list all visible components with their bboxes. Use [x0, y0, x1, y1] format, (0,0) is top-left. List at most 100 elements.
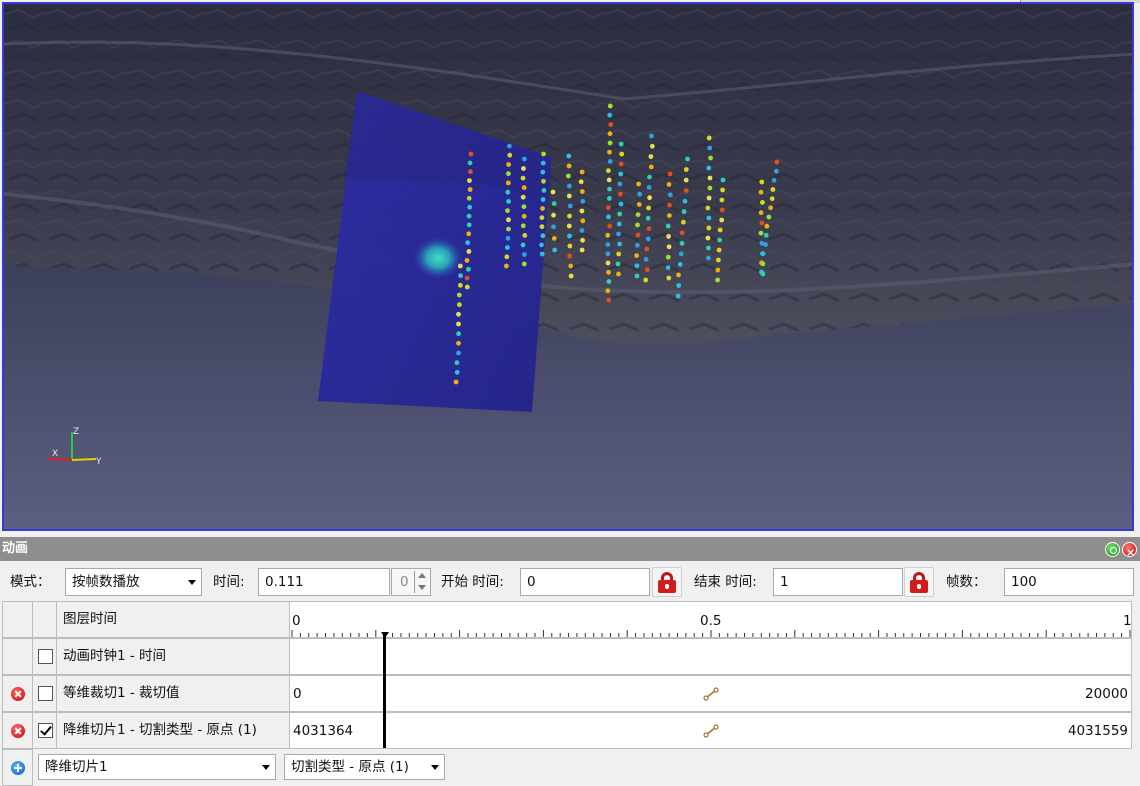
borehole-point: [566, 153, 572, 159]
borehole-point: [759, 220, 765, 226]
borehole-point: [521, 166, 526, 171]
render-scene[interactable]: Z X Y: [4, 4, 1134, 531]
borehole-point: [540, 169, 546, 175]
borehole-point: [568, 273, 574, 279]
borehole-point: [521, 204, 527, 210]
borehole-point: [456, 311, 461, 317]
borehole-point: [758, 210, 764, 216]
borehole-point: [634, 273, 640, 279]
track-timeline[interactable]: 0 20000: [289, 675, 1132, 712]
borehole-point: [667, 202, 672, 208]
borehole-point: [707, 145, 713, 151]
close-panel-icon[interactable]: [1122, 541, 1137, 557]
start-time-label: 开始 时间:: [441, 574, 504, 590]
borehole-point: [763, 232, 769, 238]
borehole-point: [520, 175, 526, 181]
borehole-point: [540, 160, 546, 166]
borehole-point: [607, 103, 613, 109]
borehole-point: [648, 154, 654, 160]
3d-viewport[interactable]: Z X Y: [0, 0, 1140, 533]
track-name: 动画时钟1 - 时间: [56, 638, 290, 675]
borehole-point: [506, 217, 511, 223]
borehole-point: [466, 266, 471, 272]
float-panel-icon[interactable]: [1105, 542, 1120, 557]
borehole-point: [679, 230, 685, 236]
chevron-down-icon: [257, 757, 273, 777]
borehole-point: [617, 211, 623, 217]
ruler-ticks: [291, 630, 1131, 638]
remove-track-icon[interactable]: [11, 724, 25, 738]
borehole-point: [567, 253, 573, 259]
add-icon[interactable]: [11, 761, 25, 775]
borehole-point: [567, 213, 572, 219]
end-lock-button[interactable]: [904, 567, 934, 597]
borehole-point: [717, 237, 722, 243]
track-timeline[interactable]: [289, 638, 1132, 675]
borehole-point: [647, 195, 652, 201]
borehole-point: [774, 159, 780, 165]
borehole-point: [580, 198, 586, 204]
borehole-point: [539, 224, 545, 230]
borehole-point: [666, 182, 672, 187]
borehole-point: [505, 189, 511, 195]
borehole-point: [467, 178, 472, 184]
borehole-point: [759, 240, 765, 246]
borehole-point: [606, 297, 612, 303]
borehole-point: [466, 213, 472, 219]
borehole-point: [616, 251, 622, 257]
track-timeline[interactable]: 4031364 4031559: [289, 712, 1132, 749]
borehole-point: [506, 226, 511, 232]
start-lock-button[interactable]: [652, 567, 682, 597]
track-enable-checkbox[interactable]: [38, 649, 53, 664]
borehole-point: [522, 156, 527, 162]
frames-label: 帧数：: [946, 574, 987, 590]
borehole-point: [758, 230, 764, 236]
borehole-point: [705, 235, 711, 241]
borehole-point: [566, 173, 571, 179]
borehole-point: [676, 272, 681, 278]
borehole-point: [567, 183, 572, 189]
borehole-point: [717, 227, 723, 233]
borehole-point: [645, 215, 651, 221]
time-spinbox[interactable]: 0: [391, 568, 431, 596]
source-select[interactable]: 降维切片1: [38, 754, 276, 780]
track-enable-checkbox[interactable]: [38, 686, 53, 701]
borehole-point: [541, 151, 546, 157]
borehole-point: [467, 187, 473, 192]
borehole-point: [456, 292, 462, 298]
borehole-point: [720, 187, 725, 193]
time-cursor[interactable]: [383, 635, 387, 748]
timeline-ruler[interactable]: 0 0.5 1: [289, 601, 1132, 638]
borehole-point: [540, 197, 546, 202]
borehole-point: [606, 205, 611, 211]
borehole-point: [522, 233, 528, 238]
borehole-point: [634, 263, 640, 269]
track-enable-checkbox[interactable]: [38, 723, 53, 738]
spin-down-icon[interactable]: [415, 582, 429, 594]
borehole-point: [568, 263, 574, 269]
remove-track-icon[interactable]: [11, 687, 25, 701]
end-time-input[interactable]: 1: [773, 568, 903, 596]
time-input[interactable]: 0.111: [258, 568, 390, 596]
borehole-point: [769, 196, 775, 202]
borehole-point: [606, 214, 611, 220]
borehole-point: [464, 258, 470, 263]
borehole-point: [550, 189, 556, 195]
viewport-frame[interactable]: Z X Y: [2, 2, 1134, 531]
property-select[interactable]: 切割类型 - 原点 (1): [284, 754, 445, 780]
borehole-point: [567, 243, 573, 249]
frames-input[interactable]: 100: [1004, 568, 1134, 596]
borehole-point: [457, 302, 462, 308]
borehole-point: [768, 205, 773, 211]
borehole-point: [551, 212, 556, 218]
borehole-point: [683, 177, 689, 183]
borehole-point: [706, 245, 711, 251]
interpolation-icon[interactable]: [703, 687, 719, 701]
interpolation-icon[interactable]: [703, 724, 719, 738]
spin-up-icon[interactable]: [415, 570, 429, 582]
borehole-point: [579, 208, 585, 214]
start-time-input[interactable]: 0: [520, 568, 650, 596]
mode-select[interactable]: 按帧数播放: [65, 568, 202, 596]
borehole-point: [541, 178, 546, 184]
borehole-point: [649, 143, 655, 149]
